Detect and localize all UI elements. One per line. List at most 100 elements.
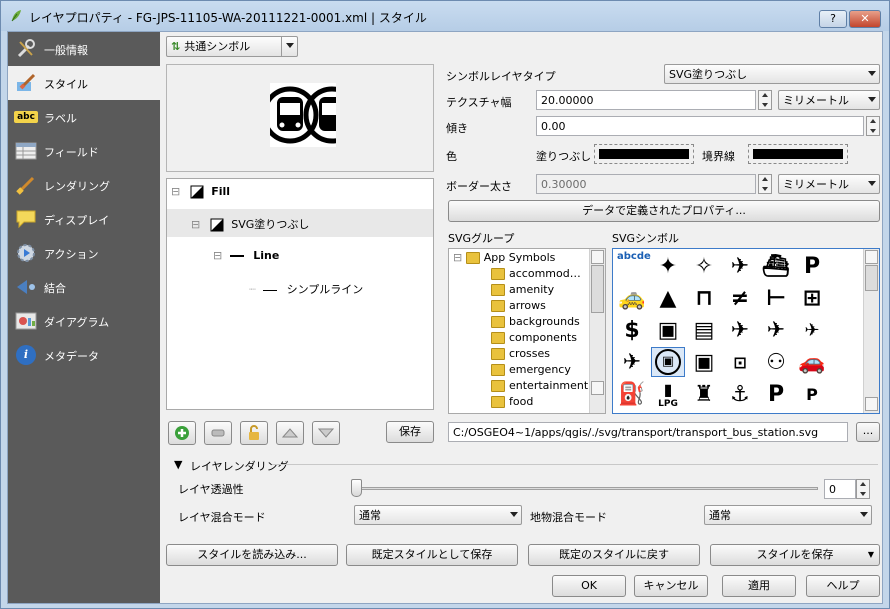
sidebar-item-general[interactable]: 一般情報 bbox=[8, 32, 160, 66]
lpg-icon[interactable]: ▮ LPG bbox=[651, 379, 685, 409]
toll-icon[interactable]: $ bbox=[615, 315, 649, 345]
svg-group-item[interactable]: emergency bbox=[491, 363, 571, 376]
svg-group-item[interactable]: arrows bbox=[491, 299, 546, 312]
barrier-icon[interactable]: ⊢ bbox=[759, 283, 793, 313]
tree-item-fill[interactable]: ⊟ Fill bbox=[171, 185, 433, 203]
collapse-arrow-icon[interactable]: ▼ bbox=[174, 458, 182, 471]
small-airplane-icon[interactable]: ✈ bbox=[795, 315, 829, 345]
transparency-input[interactable]: 0 bbox=[824, 479, 856, 499]
sparkle-icon[interactable]: ✧ bbox=[687, 251, 721, 281]
feature-blend-label: 地物混合モード bbox=[530, 511, 607, 524]
taxi-icon[interactable]: 🚕 bbox=[615, 283, 649, 313]
apply-button[interactable]: 適用 bbox=[722, 575, 796, 597]
layer-rendering-header[interactable]: レイヤレンダリング bbox=[190, 458, 289, 474]
fuel-icon[interactable]: ⛽ bbox=[615, 379, 649, 409]
close-window-button[interactable]: ✕ bbox=[849, 10, 881, 28]
restore-default-button[interactable]: 既定のスタイルに戻す bbox=[528, 544, 700, 566]
feature-blend-combo[interactable]: 通常 bbox=[704, 505, 872, 525]
border-unit-combo[interactable]: ミリメートル bbox=[778, 174, 880, 194]
sidebar-item-rendering[interactable]: レンダリング bbox=[8, 168, 160, 202]
move-down-button[interactable] bbox=[312, 421, 340, 445]
bollard-icon[interactable]: ▲ bbox=[651, 283, 685, 313]
transparency-slider-track[interactable] bbox=[356, 487, 818, 490]
parking-icon[interactable]: P bbox=[795, 251, 829, 281]
bicycle-parking-icon[interactable]: P bbox=[795, 379, 829, 409]
bus-icon[interactable]: ▣ bbox=[651, 315, 685, 345]
rotation-input[interactable]: 0.00 bbox=[536, 116, 864, 136]
tree-item-line[interactable]: ⊟ Line bbox=[213, 249, 413, 267]
airplane-outline-icon[interactable]: ✈ bbox=[723, 315, 757, 345]
sidebar-item-display[interactable]: ディスプレイ bbox=[8, 202, 160, 236]
svg-groups-scrollbar[interactable] bbox=[589, 249, 605, 413]
svg-symbols-scrollbar[interactable] bbox=[863, 249, 879, 413]
gate-icon[interactable]: ⊓ bbox=[687, 283, 721, 313]
sidebar-item-metadata[interactable]: i メタデータ bbox=[8, 338, 160, 372]
cancel-button[interactable]: キャンセル bbox=[634, 575, 708, 597]
sidebar-item-style[interactable]: スタイル bbox=[8, 66, 160, 100]
parking-2-icon[interactable]: P bbox=[759, 379, 793, 409]
save-as-default-button[interactable]: 既定スタイルとして保存 bbox=[346, 544, 518, 566]
svg-group-item[interactable]: entertainment bbox=[491, 379, 588, 392]
border-color-button[interactable] bbox=[748, 144, 848, 164]
svg-group-item[interactable]: components bbox=[491, 331, 577, 344]
sidebar-item-labels[interactable]: abc ラベル bbox=[8, 100, 160, 134]
tram-icon[interactable]: ▤ bbox=[687, 315, 721, 345]
transparency-spinner[interactable] bbox=[856, 479, 870, 499]
browse-svg-button[interactable]: ... bbox=[856, 422, 880, 442]
bus-station-icon[interactable]: ▣ bbox=[651, 347, 685, 377]
ok-button[interactable]: OK bbox=[552, 575, 626, 597]
help-button[interactable]: ヘルプ bbox=[806, 575, 880, 597]
add-symbol-layer-button[interactable] bbox=[168, 421, 196, 445]
airplane-icon[interactable]: ✈ bbox=[723, 251, 757, 281]
border-width-spinner[interactable] bbox=[758, 174, 772, 194]
bus-front-icon[interactable]: ▣ bbox=[687, 347, 721, 377]
car-icon[interactable]: 🚗 bbox=[795, 347, 829, 377]
svg-group-item[interactable]: amenity bbox=[491, 283, 554, 296]
lock-layer-button[interactable] bbox=[240, 421, 268, 445]
border-width-input[interactable]: 0.30000 bbox=[536, 174, 756, 194]
bus-stop-icon[interactable]: ⊡ bbox=[723, 347, 757, 377]
save-style-button[interactable]: スタイルを保存 ▼ bbox=[710, 544, 880, 566]
tree-item-simple-line[interactable]: ┈ シンプルライン bbox=[249, 281, 419, 299]
remove-symbol-layer-button[interactable] bbox=[204, 421, 232, 445]
svg-group-item[interactable]: backgrounds bbox=[491, 315, 580, 328]
svg-group-root[interactable]: ⊟ App Symbols bbox=[453, 251, 555, 264]
load-style-button[interactable]: スタイルを読み込み... bbox=[166, 544, 338, 566]
tree-item-svg-fill[interactable]: ⊟ SVG塗りつぶし bbox=[167, 209, 433, 237]
sidebar-item-joins[interactable]: 結合 bbox=[8, 270, 160, 304]
fence-icon[interactable]: ⊞ bbox=[795, 283, 829, 313]
data-defined-properties-button[interactable]: データで定義されたプロパティ... bbox=[448, 200, 880, 222]
svg-group-item[interactable]: accommod… bbox=[491, 267, 581, 280]
sidebar-item-diagrams[interactable]: ダイアグラム bbox=[8, 304, 160, 338]
sidebar-item-label: ラベル bbox=[44, 112, 77, 125]
help-title-button[interactable]: ? bbox=[819, 10, 847, 28]
rotation-spinner[interactable] bbox=[866, 116, 880, 136]
save-symbol-button[interactable]: 保存 bbox=[386, 421, 434, 443]
renderer-type-combo[interactable]: ⇅ 共通シンボル bbox=[166, 36, 298, 57]
symbol-layer-type-combo[interactable]: SVG塗りつぶし bbox=[664, 64, 880, 84]
fill-color-button[interactable] bbox=[594, 144, 694, 164]
lighthouse-icon[interactable]: ♜ bbox=[687, 379, 721, 409]
svg-group-item[interactable]: food bbox=[491, 395, 533, 408]
people-icon[interactable]: ⚇ bbox=[759, 347, 793, 377]
arrow-up-icon bbox=[281, 428, 299, 438]
transparency-slider-handle[interactable] bbox=[351, 479, 362, 497]
sidebar-item-actions[interactable]: アクション bbox=[8, 236, 160, 270]
rotation-label: 傾き bbox=[446, 122, 468, 135]
texture-unit-combo[interactable]: ミリメートル bbox=[778, 90, 880, 110]
svg-path-input[interactable]: C:/OSGEO4~1/apps/qgis/./svg/transport/tr… bbox=[448, 422, 848, 442]
font-symbol-cell[interactable]: abcde bbox=[615, 251, 651, 281]
svg-group-item[interactable]: crosses bbox=[491, 347, 550, 360]
texture-width-input[interactable]: 20.00000 bbox=[536, 90, 756, 110]
texture-width-spinner[interactable] bbox=[758, 90, 772, 110]
airplane-left-icon[interactable]: ✈ bbox=[615, 347, 649, 377]
airport-icon[interactable]: ✈ bbox=[759, 315, 793, 345]
layer-blend-combo[interactable]: 通常 bbox=[354, 505, 522, 525]
star-icon[interactable]: ✦ bbox=[651, 251, 685, 281]
not-equal-icon[interactable]: ≠ bbox=[723, 283, 757, 313]
sidebar-item-label: ディスプレイ bbox=[44, 214, 110, 227]
anchor-icon[interactable]: ⚓ bbox=[723, 379, 757, 409]
sidebar-item-fields[interactable]: フィールド bbox=[8, 134, 160, 168]
move-up-button[interactable] bbox=[276, 421, 304, 445]
ship-icon[interactable]: ⛴ bbox=[759, 251, 793, 281]
